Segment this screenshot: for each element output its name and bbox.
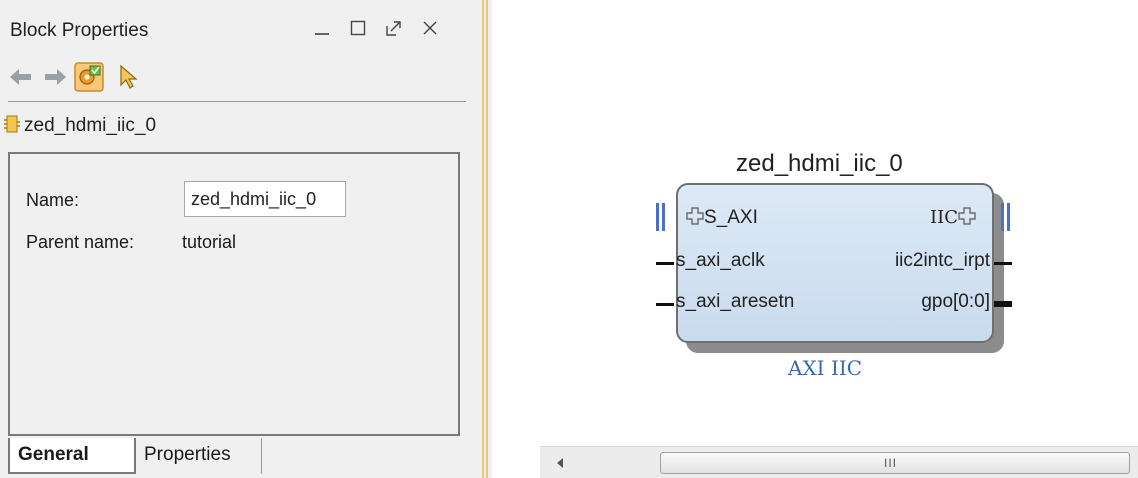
scroll-left-button[interactable] bbox=[550, 453, 570, 473]
horizontal-scrollbar[interactable]: III bbox=[540, 446, 1138, 478]
scroll-thumb[interactable]: III bbox=[660, 452, 1130, 474]
name-label: Name: bbox=[26, 190, 80, 210]
panel-toolbar bbox=[0, 58, 478, 98]
gpo-pin[interactable] bbox=[994, 301, 1012, 307]
select-button[interactable] bbox=[112, 60, 146, 94]
close-icon bbox=[423, 21, 437, 35]
selected-object-name: zed_hdmi_iic_0 bbox=[24, 115, 157, 136]
auto-update-icon bbox=[74, 62, 104, 92]
s-axi-aclk-pin[interactable] bbox=[656, 262, 674, 265]
plus-bus-icon bbox=[958, 207, 976, 225]
block-instance-name: zed_hdmi_iic_0 bbox=[736, 150, 903, 177]
parent-name-label: Parent name: bbox=[26, 232, 135, 252]
parent-name-value: tutorial bbox=[182, 232, 237, 252]
auto-update-button[interactable] bbox=[72, 60, 106, 94]
iic2intc-irpt-pin[interactable] bbox=[994, 262, 1012, 265]
block-properties-panel: Block Properties zed_hdmi_iic_0 Name: ze… bbox=[0, 0, 478, 478]
selected-object-row: zed_hdmi_iic_0 bbox=[0, 106, 478, 140]
panel-title-bar: Block Properties bbox=[0, 0, 478, 52]
maximize-button[interactable] bbox=[344, 14, 372, 42]
panel-title: Block Properties bbox=[10, 20, 149, 41]
panel-splitter[interactable] bbox=[478, 0, 492, 478]
ip-block-icon bbox=[4, 115, 20, 133]
float-button[interactable] bbox=[380, 14, 408, 42]
port-iic-label: IIC bbox=[930, 207, 958, 228]
select-pointer-icon bbox=[120, 64, 138, 89]
iic-bus-connector[interactable] bbox=[1001, 203, 1010, 231]
port-iic2intc-irpt: iic2intc_irpt bbox=[894, 250, 990, 271]
port-s-axi-aresetn: s_axi_aresetn bbox=[676, 291, 795, 312]
tab-general[interactable]: General bbox=[8, 438, 136, 474]
minimize-button[interactable] bbox=[308, 14, 336, 42]
minimize-icon bbox=[315, 33, 329, 35]
general-properties-box: Name: Parent name: tutorial bbox=[8, 152, 460, 436]
maximize-icon bbox=[350, 20, 366, 36]
back-arrow-icon bbox=[10, 69, 31, 85]
forward-arrow-icon bbox=[45, 69, 66, 85]
panel-tabs: General Properties bbox=[8, 438, 460, 476]
s-axi-bus-connector[interactable] bbox=[656, 203, 665, 231]
port-iic[interactable]: IIC bbox=[930, 207, 976, 229]
tab-properties[interactable]: Properties bbox=[136, 438, 262, 474]
block-type-label: AXI IIC bbox=[788, 356, 863, 380]
chevron-left-icon bbox=[557, 458, 563, 468]
port-s-axi-aclk: s_axi_aclk bbox=[676, 250, 765, 271]
splitter-line bbox=[486, 0, 488, 478]
port-gpo: gpo[0:0] bbox=[921, 291, 990, 312]
forward-button[interactable] bbox=[38, 60, 72, 94]
name-field[interactable] bbox=[184, 181, 346, 217]
port-s-axi-label: S_AXI bbox=[704, 207, 758, 228]
plus-bus-icon bbox=[686, 207, 704, 225]
splitter-line bbox=[482, 0, 484, 478]
scroll-grip: III bbox=[884, 456, 898, 470]
s-axi-aresetn-pin[interactable] bbox=[656, 303, 674, 306]
back-button[interactable] bbox=[4, 60, 38, 94]
toolbar-divider bbox=[8, 101, 466, 102]
close-button[interactable] bbox=[416, 14, 444, 42]
float-icon bbox=[386, 21, 401, 36]
port-s-axi[interactable]: S_AXI bbox=[686, 207, 758, 229]
